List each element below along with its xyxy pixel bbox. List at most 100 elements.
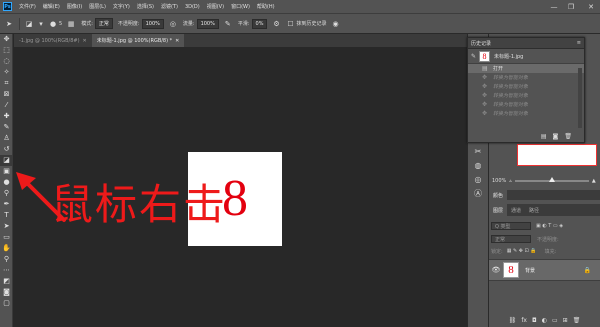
delete-layer-icon[interactable]: 🗑 bbox=[573, 317, 581, 324]
clone-stamp-tool-icon[interactable]: ♙ bbox=[0, 133, 13, 144]
layer-kind-filter[interactable]: Q 类型 bbox=[491, 222, 531, 230]
slider-knob[interactable] bbox=[548, 177, 555, 182]
zoom-value[interactable]: 100% bbox=[492, 178, 506, 184]
add-mask-icon[interactable]: ◘ bbox=[532, 317, 537, 324]
eye-icon[interactable]: 👁 bbox=[489, 266, 503, 274]
menu-filter[interactable]: 滤镜(T) bbox=[161, 3, 178, 10]
layer-row-background[interactable]: 👁 8 背景 🔒 bbox=[489, 259, 600, 281]
new-document-icon[interactable]: ▤ bbox=[541, 133, 547, 140]
marquee-tool-icon[interactable]: ⬚ bbox=[0, 45, 13, 56]
tab-layers[interactable]: 图层 bbox=[489, 204, 508, 216]
tab-document-2[interactable]: 未标题-1.jpg @ 100%(RGB/8) * ✕ bbox=[91, 34, 185, 47]
erase-history-checkbox[interactable]: ☐ bbox=[285, 19, 295, 29]
properties-panel-icon[interactable]: ◎ bbox=[468, 172, 488, 186]
gradient-tool-icon[interactable]: ▣ bbox=[0, 166, 13, 177]
history-panel-header: 历史记录 ≡ bbox=[468, 38, 584, 49]
history-item[interactable]: ✥ 转换为智能对象 bbox=[468, 109, 584, 118]
path-select-tool-icon[interactable]: ➤ bbox=[0, 221, 13, 232]
menu-3d[interactable]: 3D(D) bbox=[185, 4, 200, 10]
quick-select-tool-icon[interactable]: ✧ bbox=[0, 67, 13, 78]
navigator-preview[interactable] bbox=[517, 144, 597, 166]
chevron-down-icon[interactable]: ▾ bbox=[38, 19, 44, 29]
filter-icons[interactable]: ▣ ◐ T ▭ ◈ bbox=[536, 223, 563, 229]
brush-size-value[interactable]: 5 bbox=[59, 21, 62, 27]
pressure-size-icon[interactable]: ◉ bbox=[331, 19, 341, 29]
menu-edit[interactable]: 编辑(E) bbox=[43, 3, 60, 10]
hand-tool-icon[interactable]: ✋ bbox=[0, 243, 13, 254]
more-tools-icon[interactable]: ⋯ bbox=[0, 265, 13, 276]
adjustments-panel-icon[interactable]: ◍ bbox=[468, 158, 488, 172]
tab-document-1[interactable]: -1.jpg @ 100%(RGB/8#) ✕ bbox=[14, 34, 92, 47]
tab-color[interactable]: 颜色 bbox=[489, 189, 508, 201]
history-item[interactable]: ✥ 转换为智能对象 bbox=[468, 73, 584, 82]
panel-menu-icon[interactable]: ≡ bbox=[577, 40, 581, 46]
screen-mode-icon[interactable]: ▢ bbox=[0, 298, 13, 309]
eraser-tool-icon[interactable]: ◪ bbox=[0, 155, 13, 166]
lasso-tool-icon[interactable]: ◌ bbox=[0, 56, 13, 67]
minimize-button[interactable]: — bbox=[547, 0, 561, 13]
healing-brush-tool-icon[interactable]: ✚ bbox=[0, 111, 13, 122]
tab-paths[interactable]: 路径 bbox=[525, 204, 543, 216]
history-brush-tool-icon[interactable]: ↺ bbox=[0, 144, 13, 155]
pressure-opacity-icon[interactable]: ◎ bbox=[168, 19, 178, 29]
history-brush-source-icon[interactable]: ✎ bbox=[471, 53, 476, 60]
zoom-out-icon[interactable]: ▵ bbox=[509, 178, 512, 184]
zoom-tool-icon[interactable]: ⚲ bbox=[0, 254, 13, 265]
trash-icon[interactable]: 🗑 bbox=[564, 133, 572, 140]
history-snapshot[interactable]: ✎ 8 未标题-1.jpg bbox=[468, 49, 584, 64]
lock-icons[interactable]: ▦ ✎ ✥ ⊡ 🔒 bbox=[507, 248, 537, 254]
character-panel-icon[interactable]: Ⓐ bbox=[468, 186, 488, 200]
history-panel-title[interactable]: 历史记录 bbox=[471, 40, 491, 47]
history-item[interactable]: ✥ 转换为智能对象 bbox=[468, 82, 584, 91]
menu-window[interactable]: 窗口(W) bbox=[231, 3, 250, 10]
brush-settings-panel-icon[interactable]: ✂ bbox=[468, 144, 488, 158]
brush-preset-icon[interactable]: ● bbox=[48, 19, 58, 29]
brush-tool-icon[interactable]: ✎ bbox=[0, 122, 13, 133]
eraser-icon[interactable]: ◪ bbox=[24, 19, 34, 29]
adjustment-layer-icon[interactable]: ◐ bbox=[542, 317, 547, 324]
blur-tool-icon[interactable]: ● bbox=[0, 177, 13, 188]
eyedropper-tool-icon[interactable]: ⁄ bbox=[0, 100, 13, 111]
mode-select[interactable]: 正常 bbox=[94, 18, 113, 29]
smooth-input[interactable]: 0% bbox=[251, 18, 268, 29]
menu-view[interactable]: 视图(V) bbox=[207, 3, 224, 10]
fx-icon[interactable]: fx bbox=[521, 317, 527, 324]
camera-icon[interactable]: ◙ bbox=[553, 133, 559, 140]
move-tool-icon[interactable]: ✥ bbox=[0, 34, 13, 45]
frame-tool-icon[interactable]: ⊠ bbox=[0, 89, 13, 100]
type-tool-icon[interactable]: T bbox=[0, 210, 13, 221]
color-swatch-icon[interactable]: ◩ bbox=[0, 276, 13, 287]
shape-tool-icon[interactable]: ▭ bbox=[0, 232, 13, 243]
close-icon[interactable]: ✕ bbox=[175, 38, 179, 44]
flow-input[interactable]: 100% bbox=[196, 18, 219, 29]
menu-help[interactable]: 帮助(H) bbox=[257, 3, 275, 10]
zoom-in-icon[interactable]: ▲ bbox=[592, 178, 596, 184]
history-item[interactable]: ▤ 打开 bbox=[468, 64, 584, 73]
layer-name[interactable]: 背景 bbox=[525, 267, 535, 274]
zoom-slider[interactable] bbox=[514, 177, 589, 182]
close-button[interactable]: ✕ bbox=[584, 0, 598, 13]
dodge-tool-icon[interactable]: ⚲ bbox=[0, 188, 13, 199]
menu-layer[interactable]: 图层(L) bbox=[89, 3, 106, 10]
new-group-icon[interactable]: ▭ bbox=[552, 317, 558, 324]
smoothing-gear-icon[interactable]: ⚙ bbox=[271, 19, 281, 29]
menu-type[interactable]: 文字(Y) bbox=[113, 3, 130, 10]
restore-button[interactable]: ❐ bbox=[564, 0, 578, 13]
history-item[interactable]: ✥ 转换为智能对象 bbox=[468, 100, 584, 109]
new-layer-icon[interactable]: ⊞ bbox=[563, 317, 568, 324]
close-icon[interactable]: ✕ bbox=[83, 38, 87, 44]
brush-settings-icon[interactable]: ▦ bbox=[66, 19, 76, 29]
history-item[interactable]: ✥ 转换为智能对象 bbox=[468, 91, 584, 100]
tab-channels[interactable]: 通道 bbox=[507, 204, 525, 216]
quick-mask-icon[interactable]: ◙ bbox=[0, 287, 13, 298]
pen-tool-icon[interactable]: ✒ bbox=[0, 199, 13, 210]
history-scrollbar[interactable] bbox=[578, 68, 582, 128]
blend-mode-select[interactable]: 正常 bbox=[491, 235, 531, 243]
airbrush-icon[interactable]: ✎ bbox=[223, 19, 233, 29]
menu-image[interactable]: 图像(I) bbox=[67, 3, 82, 10]
menu-select[interactable]: 选择(S) bbox=[137, 3, 154, 10]
crop-tool-icon[interactable]: ⌗ bbox=[0, 78, 13, 89]
menu-file[interactable]: 文件(F) bbox=[19, 3, 36, 10]
link-layers-icon[interactable]: ⛓ bbox=[509, 317, 517, 324]
opacity-input[interactable]: 100% bbox=[141, 18, 164, 29]
